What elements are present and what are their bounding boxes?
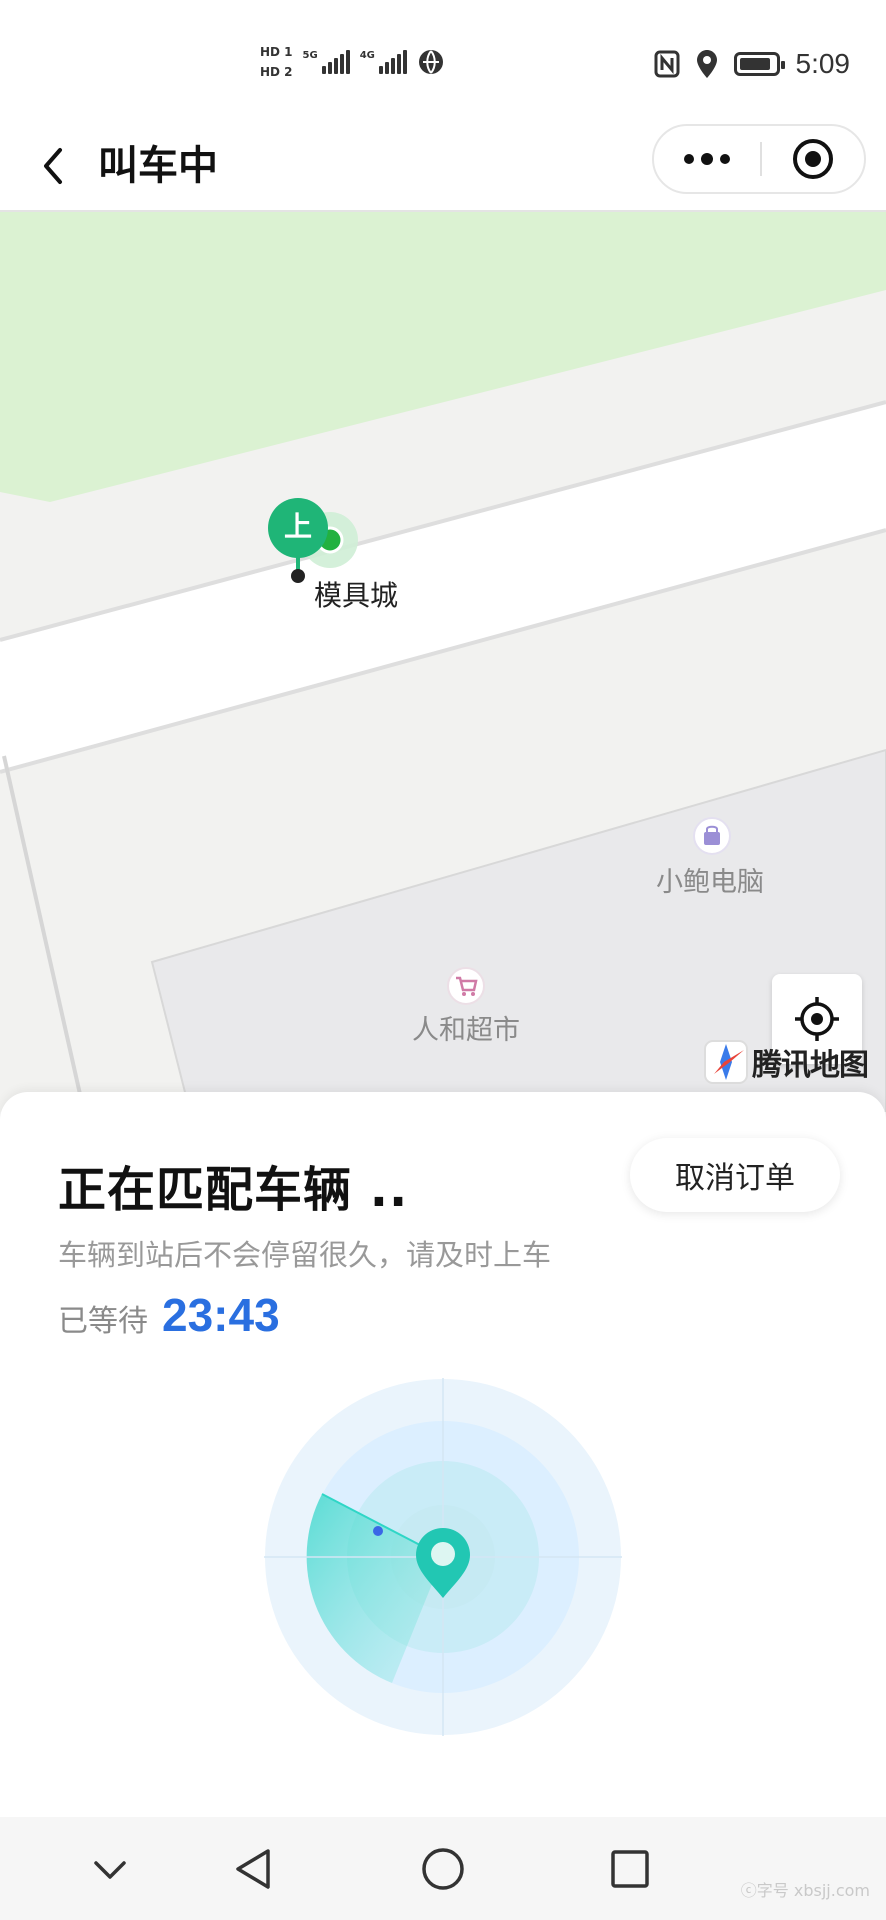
recents-square-icon (611, 1850, 649, 1888)
header-bar: 叫车中 (0, 120, 886, 212)
cancel-order-button[interactable]: 取消订单 (630, 1138, 840, 1212)
nav-back-button[interactable] (226, 1841, 282, 1897)
status-right: 5:09 (654, 44, 851, 84)
hd2-label: HD 2 (260, 65, 293, 79)
pickup-marker-text: 上 (283, 510, 312, 543)
close-mini-program-button[interactable] (762, 126, 864, 192)
location-icon (696, 50, 717, 78)
map-view[interactable]: 上 模具城 小鲍电脑 人和超市 腾讯地图 (0, 212, 886, 1112)
boarding-hint: 车辆到站后不会停留很久，请及时上车 (58, 1238, 552, 1272)
chevron-down-icon (94, 1861, 126, 1879)
shopping-bag-icon (693, 817, 731, 855)
tencent-map-icon (704, 1040, 748, 1084)
hd1-label: HD 1 (260, 45, 293, 59)
system-navigation-bar: ⓒ字号 xbsjj.com (0, 1817, 886, 1920)
wait-label: 已等待 (58, 1304, 148, 1339)
more-dots-icon (684, 153, 730, 165)
watermark: ⓒ字号 xbsjj.com (740, 1881, 870, 1900)
cart-icon (447, 967, 485, 1005)
wait-timer: 23:43 (162, 1289, 280, 1341)
battery-icon (733, 52, 785, 76)
map-background (0, 212, 886, 1112)
radar-search-icon (264, 1378, 622, 1736)
network-indicators: HD 1 HD 2 5G 4G (260, 40, 445, 84)
map-brand-text: 腾讯地图 (752, 1048, 869, 1083)
page-title: 叫车中 (98, 143, 218, 189)
chevron-left-icon (44, 148, 62, 184)
home-circle-icon (422, 1848, 464, 1890)
status-time: 5:09 (795, 48, 851, 79)
mini-program-capsule (652, 124, 866, 194)
poi-label: 小鲍电脑 (656, 867, 764, 898)
order-status-sheet: 正在匹配车辆 .. 取消订单 车辆到站后不会停留很久，请及时上车 已等待 23:… (0, 1092, 886, 1817)
nfc-icon (654, 50, 679, 78)
back-button[interactable] (28, 138, 84, 194)
signal-4g-icon: 4G (360, 50, 407, 74)
locate-icon (795, 997, 839, 1041)
more-button[interactable] (654, 126, 760, 192)
globe-icon (418, 50, 443, 74)
hd-indicators: HD 1 HD 2 (260, 45, 293, 79)
wait-time-row: 已等待 23:43 (58, 1288, 280, 1342)
status-bar: HD 1 HD 2 5G 4G 5:09 (0, 0, 886, 120)
back-triangle-icon (236, 1849, 270, 1889)
pickup-location-name: 模具城 (314, 579, 399, 612)
map-brand-logo: 腾讯地图 (704, 1040, 869, 1084)
nav-home-button[interactable] (415, 1841, 471, 1897)
nav-collapse-button[interactable] (82, 1841, 138, 1897)
target-icon (793, 139, 833, 179)
matching-title: 正在匹配车辆 .. (58, 1162, 409, 1218)
nav-recents-button[interactable] (602, 1841, 658, 1897)
poi-label: 人和超市 (412, 1015, 520, 1046)
signal-5g-icon: 5G (303, 50, 350, 74)
